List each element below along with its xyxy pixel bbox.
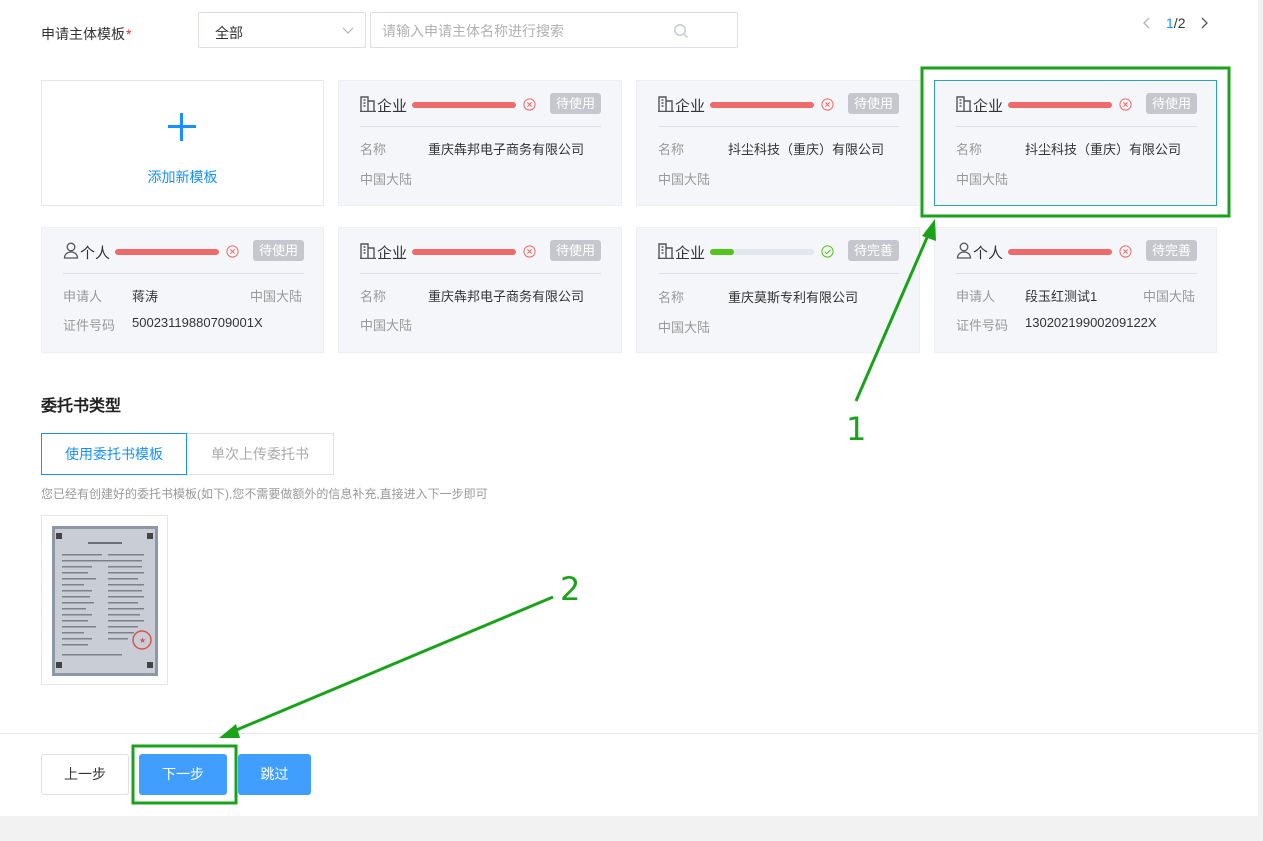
search-input[interactable]: [382, 21, 672, 41]
card-region: 中国大陆: [249, 289, 302, 304]
building-icon: [360, 96, 376, 112]
prev-step-button[interactable]: 上一步: [41, 754, 129, 795]
card-header: 企业 待使用: [658, 93, 899, 127]
building-icon: [658, 96, 674, 112]
document-preview-image: ★: [52, 526, 158, 676]
check-circle-icon: [821, 245, 834, 258]
status-badge: 待使用: [1145, 93, 1197, 114]
template-card[interactable]: 企业 待完善 名称 重庆莫斯专利有限公司 中国大陆: [636, 227, 920, 353]
card-type: 企业: [675, 245, 706, 262]
search-icon[interactable]: [673, 23, 689, 39]
user-icon: [63, 242, 79, 259]
chevron-left-icon[interactable]: [1140, 16, 1154, 30]
error-circle-icon: [226, 245, 239, 258]
error-circle-icon: [1119, 98, 1132, 111]
chevron-down-icon: [342, 27, 354, 34]
card-field-row: 证件号码 13020219900209122X: [956, 315, 1157, 333]
card-region: 中国大陆: [1142, 289, 1195, 304]
template-card[interactable]: 企业 待使用 名称 重庆犇邦电子商务有限公司 中国大陆: [338, 80, 622, 206]
card-region: 中国大陆: [956, 172, 1009, 187]
card-header: 企业 待使用: [956, 93, 1197, 127]
status-badge: 待使用: [847, 93, 899, 114]
building-icon: [658, 243, 674, 259]
card-field-row: 名称 抖尘科技（重庆）有限公司: [658, 142, 885, 157]
skip-button[interactable]: 跳过: [238, 754, 311, 795]
add-template-label: 添加新模板: [147, 169, 218, 185]
entrust-type-title: 委托书类型: [41, 398, 122, 415]
card-region: 中国大陆: [360, 318, 413, 333]
status-badge: 待完善: [847, 240, 899, 261]
progress-bar: [412, 249, 516, 255]
annotation-number-1: 1: [846, 410, 867, 448]
chevron-right-icon[interactable]: [1197, 16, 1211, 30]
building-icon: [956, 96, 972, 112]
card-type: 个人: [80, 245, 111, 262]
card-header: 企业 待完善: [658, 240, 899, 274]
card-header: 个人 待使用: [63, 240, 304, 274]
card-type: 企业: [377, 245, 408, 262]
card-type: 企业: [973, 98, 1004, 115]
next-step-button[interactable]: 下一步: [139, 754, 227, 795]
card-header: 企业 待使用: [360, 93, 601, 127]
card-header: 个人 待完善: [956, 240, 1197, 274]
scrollbar-track: [1258, 0, 1263, 841]
template-card-selected[interactable]: 企业 待使用 名称 抖尘科技（重庆）有限公司 中国大陆: [934, 80, 1217, 206]
status-badge: 待完善: [1145, 240, 1197, 261]
error-circle-icon: [523, 245, 536, 258]
template-card[interactable]: 企业 待使用 名称 抖尘科技（重庆）有限公司 中国大陆: [636, 80, 920, 206]
pager: 1/2: [1140, 13, 1211, 33]
card-field-row: 申请人 段玉红测试1: [956, 289, 1098, 304]
card-region: 中国大陆: [360, 172, 413, 187]
template-card[interactable]: 个人 待使用 申请人 蒋涛 中国大陆 证件号码 50023119880709001X: [41, 227, 324, 353]
entrust-document-thumbnail[interactable]: ★: [41, 515, 168, 685]
card-field-row: 申请人 蒋涛: [63, 289, 159, 304]
progress-bar: [710, 102, 814, 108]
card-field-row: 名称 重庆犇邦电子商务有限公司: [360, 142, 585, 157]
entrust-hint: 您已经有创建好的委托书模板(如下),您不需要做额外的信息补充,直接进入下一步即可: [41, 487, 488, 501]
progress-fill: [710, 249, 734, 255]
card-type: 企业: [675, 98, 706, 115]
type-select[interactable]: 全部: [198, 12, 366, 48]
progress-bar: [412, 102, 516, 108]
card-region: 中国大陆: [658, 172, 711, 187]
status-badge: 待使用: [549, 93, 601, 114]
error-circle-icon: [523, 98, 536, 111]
error-circle-icon: [1119, 245, 1132, 258]
card-field-row: 名称 重庆莫斯专利有限公司: [658, 290, 859, 305]
status-badge: 待使用: [549, 240, 601, 261]
template-card[interactable]: 个人 待完善 申请人 段玉红测试1 中国大陆 证件号码 13020219900209…: [934, 227, 1217, 353]
template-card[interactable]: 企业 待使用 名称 重庆犇邦电子商务有限公司 中国大陆: [338, 227, 622, 353]
status-badge: 待使用: [252, 240, 304, 261]
tab-single-upload[interactable]: 单次上传委托书: [187, 433, 334, 475]
plus-icon: [168, 113, 196, 141]
progress-bar: [710, 249, 814, 255]
annotation-number-2: 2: [560, 570, 581, 608]
svg-text:★: ★: [139, 636, 146, 645]
footer-bar: 上一步 下一步 跳过: [0, 733, 1258, 816]
card-region: 中国大陆: [658, 320, 711, 335]
card-field-row: 名称 重庆犇邦电子商务有限公司: [360, 289, 585, 304]
card-field-row: 证件号码 50023119880709001X: [63, 315, 263, 333]
add-template-card[interactable]: 添加新模板: [41, 80, 324, 206]
tab-use-template[interactable]: 使用委托书模板: [41, 433, 187, 475]
progress-bar: [115, 249, 219, 255]
pager-total: 2: [1177, 15, 1186, 31]
pager-current: 1: [1166, 15, 1174, 31]
card-header: 企业 待使用: [360, 240, 601, 274]
user-icon: [956, 242, 972, 259]
card-type: 企业: [377, 98, 408, 115]
type-select-value: 全部: [215, 25, 243, 41]
main-panel: 申请主体模板* 全部 1/2 添加新模板 企业 待使用 名称重庆犇邦电子商务有限…: [0, 0, 1258, 733]
progress-bar: [1008, 249, 1112, 255]
error-circle-icon: [821, 98, 834, 111]
search-box[interactable]: [370, 12, 738, 48]
applicant-template-label: 申请主体模板*: [41, 26, 132, 42]
card-field-row: 名称 抖尘科技（重庆）有限公司: [956, 142, 1182, 157]
building-icon: [360, 243, 376, 259]
progress-bar: [1008, 102, 1112, 108]
card-type: 个人: [973, 245, 1004, 262]
